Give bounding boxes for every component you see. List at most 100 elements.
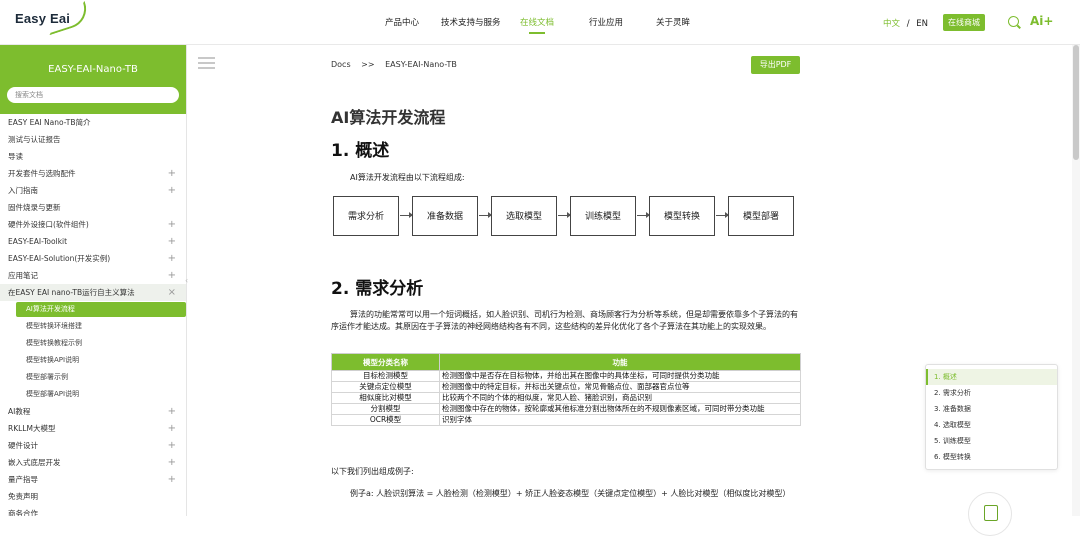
collapse-icon[interactable]: × (168, 284, 176, 301)
sidebar-item-label: 模型转换环境搭建 (26, 322, 82, 330)
breadcrumb-separator: >> (361, 60, 375, 69)
sidebar-item[interactable]: 开发套件与选购配件 + (0, 165, 186, 182)
sidebar-item[interactable]: 模型部署API说明 (0, 386, 186, 403)
toc-item[interactable]: 4. 选取模型 (926, 417, 1057, 433)
search-icon[interactable] (1008, 16, 1019, 27)
toc-item[interactable]: 5. 训练模型 (926, 433, 1057, 449)
sidebar-item[interactable]: 量产指导 + (0, 471, 186, 488)
table-header-cell: 模型分类名称 (331, 353, 440, 371)
sidebar-item-label: 模型转换API说明 (26, 356, 80, 364)
sidebar-item-label: EASY-EAI-Toolkit (8, 237, 68, 246)
sidebar-title: EASY-EAI-Nano-TB (48, 64, 138, 75)
lang-zh[interactable]: 中文 (883, 19, 900, 29)
sidebar-item-label: 硬件外设接口(软件组件) (8, 220, 89, 229)
nav-online-docs-label: 在线文档 (520, 18, 555, 28)
nav-industry[interactable]: 行业应用 (589, 16, 623, 28)
nav-tech-support[interactable]: 技术支持与服务 (441, 16, 501, 28)
easy-eai-logo[interactable]: Easy Eai (15, 0, 92, 36)
sidebar-item-label: 嵌入式底层开发 (8, 458, 61, 467)
toc-item[interactable]: 2. 需求分析 (926, 385, 1057, 401)
language-switch: 中文 / EN (883, 17, 928, 29)
nav-online-docs[interactable]: 在线文档 (520, 16, 555, 34)
sidebar-item[interactable]: RKLLM大模型 + (0, 420, 186, 437)
sidebar-item[interactable]: 商务合作 (0, 505, 186, 516)
expand-icon[interactable]: + (168, 216, 176, 233)
nav-about[interactable]: 关于灵眸 (656, 16, 690, 28)
sidebar-item[interactable]: 嵌入式底层开发 + (0, 454, 186, 471)
ai-plus-icon[interactable]: Ai+ (1030, 14, 1053, 28)
breadcrumb: Docs >> EASY-EAI-Nano-TB (331, 60, 457, 69)
scrollbar-thumb[interactable] (1073, 45, 1079, 160)
page-scrollbar[interactable] (1072, 45, 1080, 516)
section-1-intro: AI算法开发流程由以下流程组成: (350, 173, 465, 182)
sidebar-item[interactable]: EASY-EAI-Toolkit + (0, 233, 186, 250)
sidebar-item[interactable]: 免责声明 (0, 488, 186, 505)
flow-step: 需求分析 (333, 196, 399, 236)
table-row: 目标检测模型 检测图像中是否存在目标物体，并给出其在图像中的具体坐标，可同时提供分… (331, 370, 801, 382)
sidebar-item[interactable]: 应用笔记 + (0, 267, 186, 284)
sidebar-item[interactable]: 入门指南 + (0, 182, 186, 199)
sidebar-item[interactable]: EASY EAI Nano-TB简介 (0, 114, 186, 131)
flow-arrow (479, 212, 492, 218)
sidebar-item[interactable]: EASY-EAI-Solution(开发实例) + (0, 250, 186, 267)
sidebar-item[interactable]: 固件烧录与更新 (0, 199, 186, 216)
expand-icon[interactable]: + (168, 250, 176, 267)
toc-item[interactable]: 6. 模型转换 (926, 449, 1057, 465)
sidebar-item[interactable]: 模型转换API说明 (0, 352, 186, 369)
expand-icon[interactable]: + (168, 233, 176, 250)
nav-product-center[interactable]: 产品中心 (385, 16, 419, 28)
online-mall-button[interactable]: 在线商城 (943, 14, 985, 31)
sidebar-item[interactable]: 硬件设计 + (0, 437, 186, 454)
table-row: 关键点定位模型 检测图像中的特定目标，并标出关键点位，常见骨骼点位、面部器官点位等 (331, 381, 801, 393)
section-1-title: 1. 概述 (331, 141, 390, 161)
expand-icon[interactable]: + (168, 182, 176, 199)
table-row: 相似度比对模型 比较两个不同的个体的相似度，常见人脸、猪脸识别，商品识别 (331, 392, 801, 404)
sidebar-search-input[interactable]: 搜索文档 (7, 87, 179, 103)
toc-item[interactable]: 3. 准备数据 (926, 401, 1057, 417)
sidebar-item[interactable]: 硬件外设接口(软件组件) + (0, 216, 186, 233)
expand-icon[interactable]: + (168, 437, 176, 454)
sidebar-item-label: 测试与认证报告 (8, 135, 61, 144)
sidebar-item[interactable]: AI教程 + (0, 403, 186, 420)
logo-swoosh-icon (42, 0, 92, 36)
sidebar-item-label: AI教程 (8, 407, 31, 416)
expand-icon[interactable]: + (168, 267, 176, 284)
expand-icon[interactable]: + (168, 165, 176, 182)
example-a: 例子a: 人脸识别算法 = 人脸检测（检测模型）+ 矫正人脸姿态模型（关键点定位… (350, 489, 791, 498)
breadcrumb-current[interactable]: EASY-EAI-Nano-TB (385, 60, 457, 69)
sidebar-item[interactable]: AI算法开发流程 (16, 302, 186, 317)
toc-item[interactable]: 1. 概述 (926, 369, 1057, 385)
export-pdf-button[interactable]: 导出PDF (751, 56, 800, 74)
sidebar-item[interactable]: 测试与认证报告 (0, 131, 186, 148)
sidebar-item[interactable]: 模型转换教程示例 (0, 335, 186, 352)
expand-icon[interactable]: + (168, 454, 176, 471)
sidebar-item[interactable]: 模型部署示例 (0, 369, 186, 386)
flow-step: 准备数据 (412, 196, 478, 236)
flow-step: 选取模型 (491, 196, 557, 236)
section-2-paragraph: 算法的功能常常可以用一个短词概括，如人脸识别、司机行为检测、商场顾客行为分析等系… (331, 310, 798, 331)
table-cell: 检测图像中的特定目标，并标出关键点位，常见骨骼点位、面部器官点位等 (439, 381, 801, 393)
sidebar-item-label: 固件烧录与更新 (8, 203, 61, 212)
sidebar-item[interactable]: 模型转换环境搭建 (0, 318, 186, 335)
sidebar-item-label: 硬件设计 (8, 441, 38, 450)
feedback-float-icon[interactable] (968, 492, 1012, 536)
sidebar-item-label: 商务合作 (8, 509, 38, 516)
breadcrumb-docs[interactable]: Docs (331, 60, 351, 69)
sidebar-item[interactable]: 在EASY EAI nano-TB运行自主义算法 × (0, 284, 186, 301)
flow-arrow (558, 212, 571, 218)
table-row: OCR模型 识别字体 (331, 414, 801, 426)
menu-toggle-icon[interactable] (198, 57, 215, 71)
table-cell: OCR模型 (331, 414, 440, 426)
table-of-contents: 1. 概述 2. 需求分析 3. 准备数据 4. 选取模型 5. 训练模型 6. 模型转换 (925, 364, 1058, 470)
table-cell: 分割模型 (331, 403, 440, 415)
lang-en[interactable]: EN (916, 19, 928, 29)
expand-icon[interactable]: + (168, 471, 176, 488)
flow-step: 模型转换 (649, 196, 715, 236)
sidebar-collapse-icon[interactable]: ‹ (185, 276, 188, 285)
expand-icon[interactable]: + (168, 403, 176, 420)
expand-icon[interactable]: + (168, 420, 176, 437)
sidebar-item[interactable]: 导读 (0, 148, 186, 165)
table-cell: 相似度比对模型 (331, 392, 440, 404)
sidebar-item-label: 入门指南 (8, 186, 38, 195)
sidebar-item-label: 模型转换教程示例 (26, 339, 82, 347)
